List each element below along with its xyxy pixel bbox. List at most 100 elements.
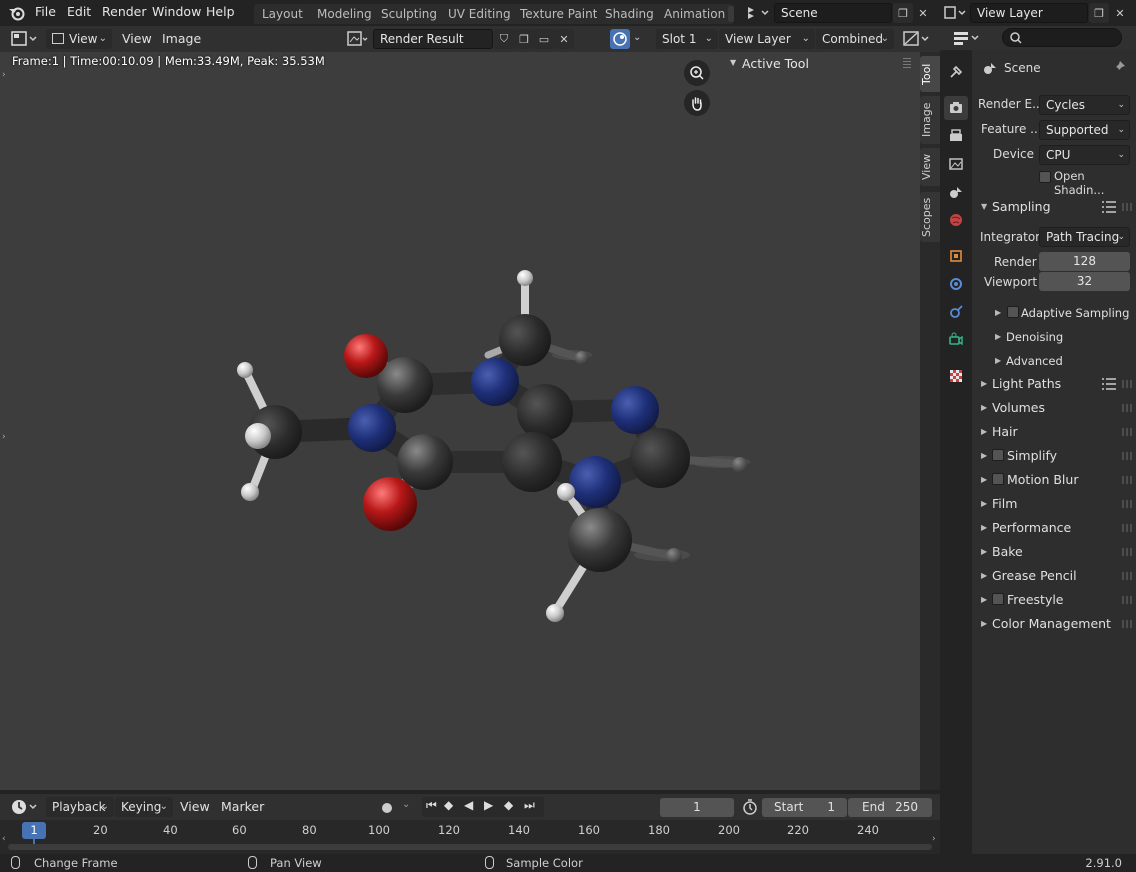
- playhead-frame-indicator[interactable]: 1: [22, 822, 46, 839]
- workspace-tab-sculpting[interactable]: Sculpting: [373, 4, 446, 24]
- menu-view[interactable]: View: [122, 31, 152, 46]
- menu-render[interactable]: Render: [102, 4, 147, 19]
- scene-name-field[interactable]: Scene: [774, 3, 892, 23]
- presets-list-icon[interactable]: [1102, 378, 1116, 390]
- preview-range-icon[interactable]: [742, 799, 758, 815]
- motion-blur-checkbox[interactable]: [992, 473, 1004, 485]
- tab-texture[interactable]: [944, 364, 968, 388]
- drag-handle[interactable]: [1122, 428, 1134, 436]
- fake-user-button[interactable]: ⛉: [494, 29, 514, 49]
- menu-file[interactable]: File: [35, 4, 56, 19]
- open-shading-language-checkbox[interactable]: [1039, 171, 1051, 183]
- panel-color-management[interactable]: ▶ Color Management: [976, 613, 1134, 635]
- drag-handle[interactable]: [1122, 620, 1134, 628]
- workspace-tab-animation[interactable]: Animation: [656, 4, 734, 24]
- panel-volumes[interactable]: ▶ Volumes: [976, 397, 1134, 419]
- render-engine-dropdown[interactable]: Cycles ⌄: [1039, 95, 1130, 115]
- simplify-checkbox[interactable]: [992, 449, 1004, 461]
- subpanel-adaptive-sampling[interactable]: ▶ Adaptive Sampling: [990, 302, 1134, 324]
- remove-view-layer-button[interactable]: ✕: [1110, 3, 1130, 23]
- remove-scene-button[interactable]: ✕: [913, 3, 933, 23]
- viewport-samples-field[interactable]: 32: [1039, 272, 1130, 291]
- menu-help[interactable]: Help: [206, 4, 235, 19]
- panel-hair[interactable]: ▶ Hair: [976, 421, 1134, 443]
- display-channels-icon[interactable]: [902, 30, 932, 48]
- image-browse-icon[interactable]: [346, 30, 370, 48]
- integrator-dropdown[interactable]: Path Tracing ⌄: [1039, 227, 1130, 247]
- device-dropdown[interactable]: CPU ⌄: [1039, 145, 1130, 165]
- new-scene-button[interactable]: ❐: [893, 3, 913, 23]
- render-samples-field[interactable]: 128: [1039, 252, 1130, 271]
- workspace-tab-uv-editing[interactable]: UV Editing: [440, 4, 519, 24]
- drag-handle[interactable]: [1122, 524, 1134, 532]
- jump-start-icon[interactable]: ⏮: [426, 798, 437, 813]
- new-view-layer-button[interactable]: ❐: [1089, 3, 1109, 23]
- subpanel-denoising[interactable]: ▶ Denoising: [990, 326, 1134, 348]
- workspace-tab-texture-paint[interactable]: Texture Paint: [512, 4, 606, 24]
- chevron-left-icon[interactable]: ‹: [2, 834, 6, 844]
- drag-handle[interactable]: [1122, 596, 1134, 604]
- tab-view[interactable]: View: [920, 148, 940, 186]
- render-layer-dropdown[interactable]: View Layer ⌄: [719, 29, 815, 49]
- zoom-button[interactable]: [684, 60, 710, 86]
- gizmo-toggle-button[interactable]: [610, 29, 630, 49]
- end-frame-field[interactable]: End 250: [848, 798, 932, 817]
- blender-logo-icon[interactable]: [8, 5, 26, 21]
- drag-handle[interactable]: [1122, 572, 1134, 580]
- view-layer-name-field[interactable]: View Layer: [970, 3, 1088, 23]
- panel-motion-blur[interactable]: ▶ Motion Blur: [976, 469, 1134, 491]
- auto-keying-toggle[interactable]: ⌄: [378, 799, 418, 817]
- prev-keyframe-icon[interactable]: ◆: [444, 798, 453, 812]
- tab-object[interactable]: [944, 244, 968, 268]
- timeline-scrollbar[interactable]: [8, 844, 932, 850]
- editor-type-icon[interactable]: [10, 30, 40, 48]
- panel-freestyle[interactable]: ▶ Freestyle: [976, 589, 1134, 611]
- menu-window[interactable]: Window: [152, 4, 201, 19]
- drag-handle[interactable]: [1122, 404, 1134, 412]
- panel-performance[interactable]: ▶ Performance: [976, 517, 1134, 539]
- view-layer-selector-icon[interactable]: [942, 4, 970, 22]
- new-image-button[interactable]: ❐: [514, 29, 534, 49]
- render-pass-dropdown[interactable]: Combined ⌄: [816, 29, 894, 49]
- view-mode-dropdown[interactable]: View ⌄: [46, 29, 112, 49]
- tab-object-data[interactable]: [944, 328, 968, 352]
- current-frame-field[interactable]: 1: [660, 798, 734, 817]
- chevron-down-icon[interactable]: ⌄: [633, 32, 641, 43]
- workspace-tab-shading[interactable]: Shading: [597, 4, 662, 24]
- menu-image[interactable]: Image: [162, 31, 201, 46]
- tab-world[interactable]: [944, 208, 968, 232]
- timeline-menu-view[interactable]: View: [180, 799, 210, 814]
- image-viewport[interactable]: › › Frame:1 | Time:00:10.09 | Mem:33.49M…: [0, 52, 920, 790]
- playback-menu[interactable]: Playback ⌄: [46, 797, 114, 817]
- tab-scene[interactable]: [944, 180, 968, 204]
- drag-handle[interactable]: [1122, 203, 1134, 211]
- freestyle-checkbox[interactable]: [992, 593, 1004, 605]
- panel-sampling[interactable]: ▼ Sampling: [976, 196, 1134, 218]
- adaptive-sampling-checkbox[interactable]: [1007, 306, 1019, 318]
- timeline-area[interactable]: 1 20 40 60 80 100 120 140 160 180 200 22…: [0, 820, 940, 854]
- drag-handle[interactable]: [1122, 380, 1134, 388]
- panel-collapse-icon[interactable]: ▼: [730, 58, 736, 67]
- drag-handle[interactable]: [1122, 452, 1134, 460]
- tab-modifiers[interactable]: [944, 272, 968, 296]
- start-frame-field[interactable]: Start 1: [762, 798, 847, 817]
- open-image-button[interactable]: ▭: [534, 29, 554, 49]
- slot-dropdown[interactable]: Slot 1 ⌄: [656, 29, 718, 49]
- tab-view-layer[interactable]: [944, 152, 968, 176]
- play-icon[interactable]: ▶: [484, 798, 493, 812]
- workspace-tab-layout[interactable]: Layout: [254, 4, 311, 24]
- subpanel-advanced[interactable]: ▶ Advanced: [990, 350, 1134, 372]
- panel-bake[interactable]: ▶ Bake: [976, 541, 1134, 563]
- workspace-overflow[interactable]: [728, 6, 734, 22]
- play-reverse-icon[interactable]: ◀: [464, 798, 473, 812]
- tab-scopes[interactable]: Scopes: [920, 192, 940, 242]
- tab-physics[interactable]: [944, 300, 968, 324]
- drag-handle[interactable]: [903, 58, 911, 68]
- jump-end-icon[interactable]: ⏭: [524, 798, 535, 813]
- panel-light-paths[interactable]: ▶ Light Paths: [976, 373, 1134, 395]
- tab-tool[interactable]: Tool: [920, 56, 940, 92]
- tab-render[interactable]: [944, 96, 968, 120]
- pan-button[interactable]: [684, 90, 710, 116]
- pin-icon[interactable]: [1112, 60, 1126, 74]
- panel-film[interactable]: ▶ Film: [976, 493, 1134, 515]
